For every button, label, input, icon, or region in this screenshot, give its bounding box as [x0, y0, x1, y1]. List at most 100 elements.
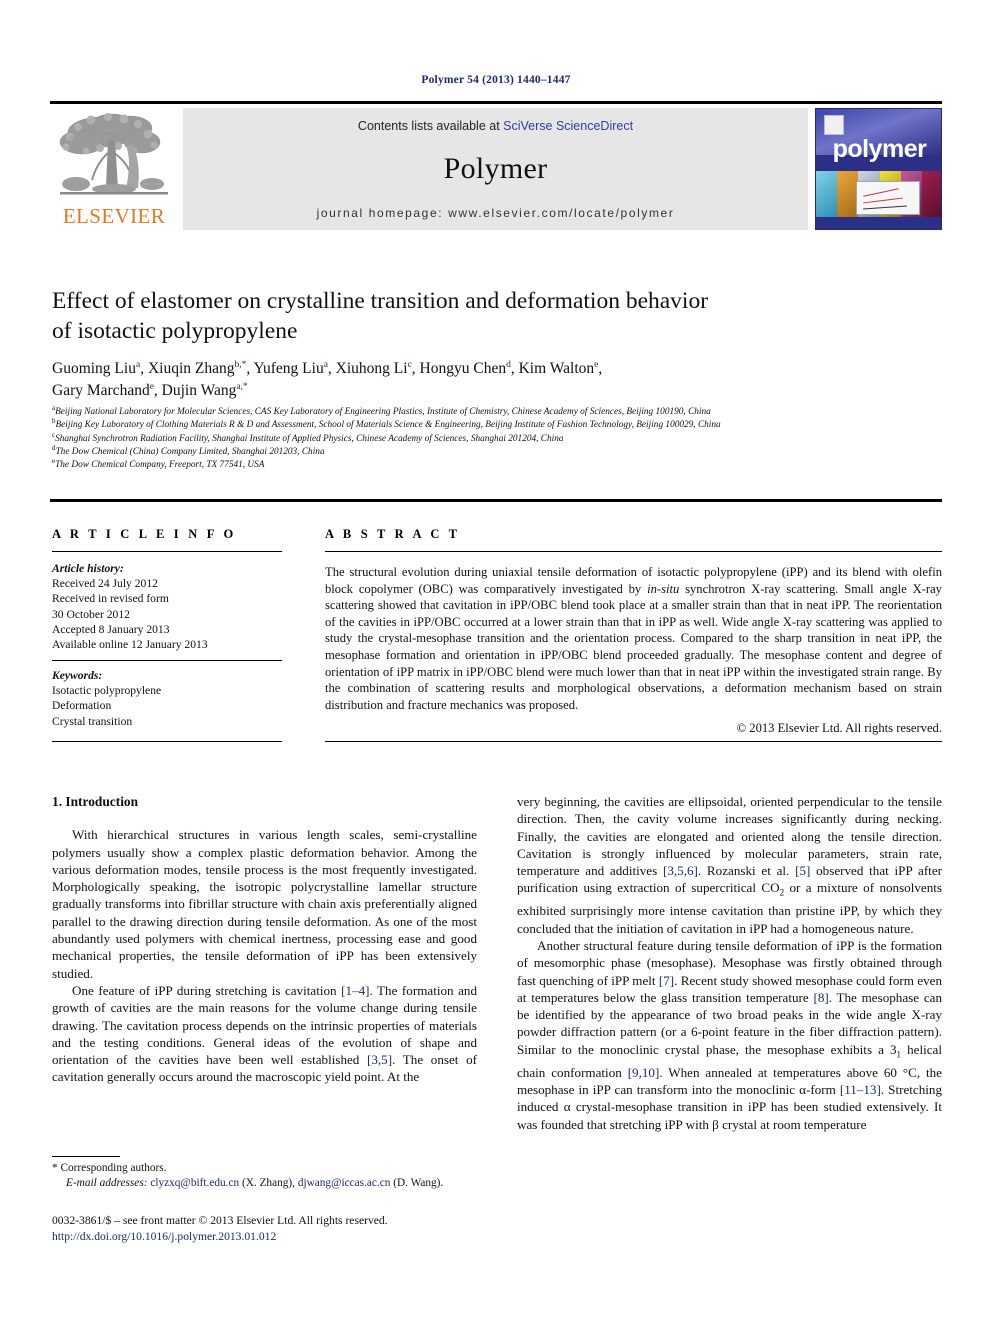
contents-prefix: Contents lists available at	[357, 119, 504, 133]
corresponding-author-note: * Corresponding authors.	[52, 1162, 167, 1174]
section-heading-introduction: 1. Introduction	[52, 794, 139, 809]
author-affiliation-mark: d	[506, 359, 511, 370]
keyword-item: Crystal transition	[52, 714, 133, 728]
article-history-block: Article history: Received 24 July 2012 R…	[52, 561, 282, 652]
author-entry: Kim Waltone,	[518, 359, 603, 377]
elsevier-wordmark: ELSEVIER	[62, 204, 166, 228]
author-affiliation-mark: b,*	[234, 359, 247, 370]
cover-title: polymer	[832, 135, 927, 163]
abstract-bottom-rule	[325, 741, 942, 742]
article-history-label: Article history:	[52, 562, 124, 575]
keywords-top-rule	[52, 660, 282, 661]
affiliation-item: eThe Dow Chemical Company, Freeport, TX …	[52, 458, 942, 472]
affiliation-item: aBeijing National Laboratory for Molecul…	[52, 404, 942, 419]
author-entry: Guoming Liua,	[52, 359, 148, 377]
author-entry: Dujin Wanga,*	[162, 382, 248, 399]
journal-header-band: ELSEVIER Contents lists available at Sci…	[50, 108, 942, 230]
citation-link[interactable]: [5]	[795, 863, 810, 878]
abstract-block: The structural evolution during uniaxial…	[325, 564, 942, 737]
affiliation-text: The Dow Chemical Company, Freeport, TX 7…	[55, 460, 265, 471]
abstract-rule	[325, 551, 942, 552]
author-entry: Xiuqin Zhangb,*,	[147, 359, 254, 377]
author-name: Xiuqin Zhang	[147, 360, 235, 377]
body-column-right: very beginning, the cavities are ellipso…	[517, 793, 942, 1133]
contents-lists-line: Contents lists available at SciVerse Sci…	[183, 119, 808, 133]
author-list: Guoming Liua, Xiuqin Zhangb,*, Yufeng Li…	[52, 358, 932, 402]
email-label: E-mail addresses:	[66, 1177, 148, 1189]
citation-link[interactable]: [7]	[659, 973, 674, 988]
abstract-copyright: © 2013 Elsevier Ltd. All rights reserved…	[736, 721, 942, 736]
email-owner: (D. Wang).	[390, 1177, 444, 1189]
author-entry: Hongyu Chend,	[419, 359, 519, 377]
keywords-block: Keywords: Isotactic polypropylene Deform…	[52, 668, 282, 729]
cover-publisher-icon	[824, 115, 844, 135]
author-name: Yufeng Liu	[253, 360, 324, 377]
page-title: Effect of elastomer on crystalline trans…	[52, 286, 912, 346]
sciencedirect-link[interactable]: SciVerse ScienceDirect	[503, 119, 633, 133]
author-affiliation-mark: e	[594, 359, 599, 370]
citation-link[interactable]: [11–13]	[840, 1082, 881, 1097]
citation-link[interactable]: [8]	[813, 990, 828, 1005]
header-top-rule	[50, 101, 942, 104]
citation-link[interactable]: [1–4]	[341, 983, 369, 998]
paragraph: very beginning, the cavities are ellipso…	[517, 793, 942, 937]
author-affiliation-mark: e	[149, 381, 154, 392]
paragraph: Another structural feature during tensil…	[517, 937, 942, 1133]
article-info-rule	[52, 551, 282, 552]
paragraph-text: . Rozanski et al.	[697, 863, 796, 879]
citation-link[interactable]: [3,5,6]	[663, 863, 698, 878]
affiliation-list: aBeijing National Laboratory for Molecul…	[52, 404, 942, 472]
author-name: Hongyu Chen	[419, 360, 507, 377]
article-info-bottom-rule	[52, 741, 282, 742]
author-name: Dujin Wang	[161, 382, 237, 399]
affiliation-text: The Dow Chemical (China) Company Limited…	[55, 446, 325, 457]
elsevier-logo: ELSEVIER	[50, 108, 178, 230]
keywords-label: Keywords:	[52, 669, 103, 682]
citation-link[interactable]: [3,5]	[367, 1052, 392, 1067]
article-history-item: Received 24 July 2012	[52, 577, 158, 591]
paragraph-text: One feature of iPP during stretching is …	[72, 982, 342, 998]
affiliation-item: dThe Dow Chemical (China) Company Limite…	[52, 444, 942, 459]
abstract-text-2: synchrotron X-ray scattering. Small angl…	[325, 581, 942, 712]
journal-homepage-link[interactable]: journal homepage: www.elsevier.com/locat…	[183, 206, 808, 220]
elsevier-tree-icon	[59, 113, 168, 195]
author-affiliation-mark: c	[407, 359, 412, 370]
journal-cover-thumbnail: polymer	[815, 108, 942, 230]
keyword-item: Deformation	[52, 699, 112, 713]
author-entry: Gary Marchande,	[52, 381, 162, 399]
paragraph: One feature of iPP during stretching is …	[52, 982, 477, 1086]
footnote-block: * Corresponding authors. E-mail addresse…	[52, 1161, 482, 1191]
email-link[interactable]: djwang@iccas.ac.cn	[298, 1177, 391, 1189]
affiliation-item: bBeijing Key Laboratory of Clothing Mate…	[52, 418, 942, 432]
cover-inset-chart	[856, 181, 920, 215]
paragraph-text: With hierarchical structures in various …	[52, 827, 477, 981]
bottom-matter: 0032-3861/$ – see front matter © 2013 El…	[52, 1213, 552, 1244]
email-owner: (X. Zhang),	[239, 1177, 298, 1189]
author-entry: Xiuhong Lic,	[335, 359, 420, 377]
email-line: E-mail addresses: clyzxq@bift.edu.cn (X.…	[52, 1176, 482, 1191]
issn-copyright-line: 0032-3861/$ – see front matter © 2013 El…	[52, 1214, 388, 1227]
citation-link[interactable]: [9,10]	[628, 1065, 660, 1080]
journal-name: Polymer	[443, 152, 548, 185]
email-link[interactable]: clyzxq@bift.edu.cn	[150, 1177, 239, 1189]
article-history-item: 30 October 2012	[52, 607, 130, 621]
abstract-heading: A B S T R A C T	[325, 527, 461, 541]
keyword-item: Isotactic polypropylene	[52, 684, 162, 698]
author-entry: Yufeng Liua,	[253, 359, 336, 377]
article-history-item: Received in revised form	[52, 592, 169, 606]
footnote-rule	[52, 1156, 120, 1157]
affiliation-item: cShanghai Synchrotron Radiation Facility…	[52, 431, 942, 446]
affiliation-text: Shanghai Synchrotron Radiation Facility,…	[55, 433, 564, 444]
infoblock-top-rule	[50, 499, 942, 502]
paper-page: Polymer 54 (2013) 1440–1447 ELSEVIER Con…	[0, 0, 992, 1323]
author-affiliation-mark: a,*	[236, 381, 248, 392]
author-name: Kim Walton	[518, 360, 595, 377]
title-line-2: of isotactic polypropylene	[52, 318, 298, 344]
abstract-italic-insitu: in-situ	[647, 581, 680, 596]
paragraph: With hierarchical structures in various …	[52, 826, 477, 982]
author-name: Guoming Liu	[52, 360, 136, 377]
affiliation-text: Beijing National Laboratory for Molecula…	[55, 407, 711, 417]
doi-link[interactable]: http://dx.doi.org/10.1016/j.polymer.2013…	[52, 1229, 552, 1245]
affiliation-text: Beijing Key Laboratory of Clothing Mater…	[55, 420, 721, 431]
cover-caption	[816, 219, 941, 224]
